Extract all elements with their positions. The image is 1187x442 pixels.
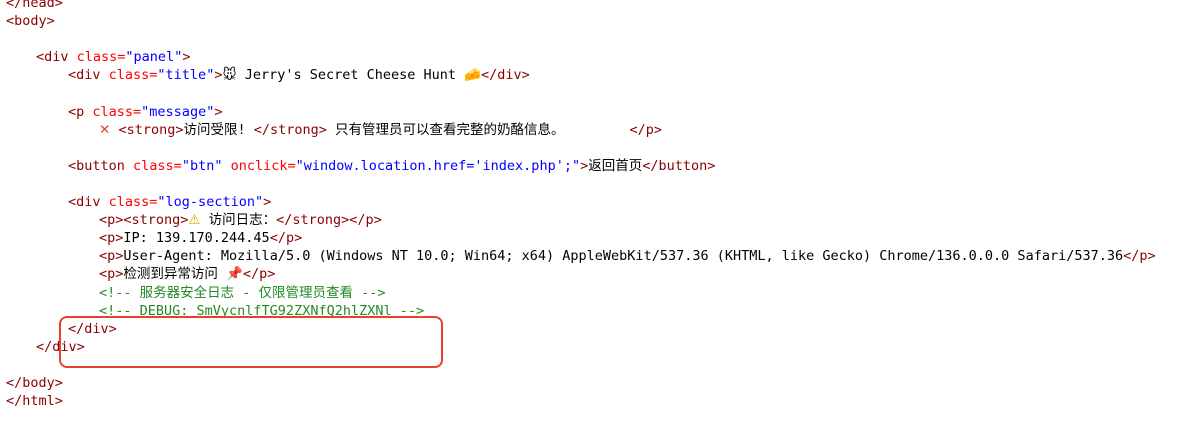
source-line: <p><strong>⚠ 访问日志：</strong></p> [0, 211, 1187, 229]
html-source-viewer: </head> <body> <div class="panel"> <div … [0, 0, 1187, 410]
user-agent-text: User-Agent: Mozilla/5.0 (Windows NT 10.0… [123, 248, 1124, 265]
p-close-tag: </p> [1123, 248, 1156, 265]
attr-name: class= [108, 194, 158, 211]
cross-mark-icon: ✕ [99, 121, 111, 138]
strong-close-tag: </strong> [253, 121, 327, 138]
title-text: Jerry's Secret Cheese Hunt [236, 67, 465, 84]
source-line: </body> [0, 374, 1187, 392]
source-line: <!-- DEBUG: SmVycnlfTG92ZXNfQ2hlZXNl --> [0, 302, 1187, 320]
source-line: </html> [0, 392, 1187, 410]
p-close-tag: </p> [242, 266, 276, 283]
body-close-tag: </body> [6, 374, 63, 391]
p-close-tag: </p> [269, 230, 303, 247]
attr-name: class= [108, 67, 158, 84]
message-text: 只有管理员可以查看完整的奶酪信息。 [326, 121, 630, 138]
div-close-tag: </div> [480, 67, 530, 84]
source-line: <div class="panel"> [0, 48, 1187, 66]
source-line: <div class="title">🐭 Jerry's Secret Chee… [0, 66, 1187, 84]
source-line: <div class="log-section"> [0, 193, 1187, 211]
tag-end: > [182, 49, 191, 66]
source-line: </head> [0, 0, 1187, 12]
body-open-tag: <body> [6, 13, 55, 30]
ip-text: IP: 139.170.244.45 [123, 230, 270, 247]
source-line: <p>User-Agent: Mozilla/5.0 (Windows NT 1… [0, 247, 1187, 265]
html-close-tag: </html> [6, 393, 63, 410]
attr-name: class= [92, 103, 142, 120]
source-line: </div> [0, 338, 1187, 356]
server-log-comment: <!-- 服务器安全日志 - 仅限管理员查看 --> [99, 284, 386, 301]
attr-value: "window.location.href='index.php';" [295, 157, 581, 174]
attr-name: onclick= [222, 157, 296, 174]
div-tag: <div [68, 67, 109, 84]
anomaly-text: 检测到异常访问 [123, 266, 227, 283]
log-heading-text: 访问日志： [200, 212, 277, 229]
button-tag: <button [68, 157, 134, 174]
head-close-tag: </head> [6, 0, 63, 11]
p-strong-close-tag: </strong></p> [276, 212, 382, 229]
p-tag: <p> [99, 230, 124, 247]
pushpin-icon: 📌 [226, 266, 243, 283]
source-line: <p class="message"> [0, 103, 1187, 121]
attr-name: class= [76, 49, 126, 66]
attr-value: "log-section" [157, 194, 264, 211]
div-close-tag: </div> [68, 320, 117, 337]
tag-end: > [263, 194, 272, 211]
button-text: 返回首页 [588, 157, 643, 174]
p-tag: <p> [99, 248, 124, 265]
div-close-tag: </div> [36, 338, 85, 355]
p-strong-tag: <p><strong> [99, 212, 189, 229]
div-tag: <div [68, 194, 109, 211]
attr-value: "btn" [181, 157, 223, 174]
source-line: <button class="btn" onclick="window.loca… [0, 157, 1187, 175]
source-line: </div> [0, 320, 1187, 338]
mouse-icon: 🐭 [222, 67, 237, 84]
debug-comment: <!-- DEBUG: SmVycnlfTG92ZXNfQ2hlZXNl --> [99, 302, 425, 319]
source-line: <body> [0, 12, 1187, 30]
source-line: <p>IP: 139.170.244.45</p> [0, 229, 1187, 247]
tag-end: > [214, 103, 223, 120]
tag-end: > [580, 157, 589, 174]
source-line: ✕ <strong>访问受限! </strong> 只有管理员可以查看完整的奶酪… [0, 121, 1187, 139]
attr-name: class= [133, 157, 182, 174]
p-tag: <p [68, 103, 93, 120]
cheese-icon: 🧀 [464, 67, 481, 84]
strong-tag: <strong> [110, 121, 184, 138]
source-line: <p>检测到异常访问 📌</p> [0, 265, 1187, 283]
button-close-tag: </button> [642, 157, 716, 174]
attr-value: "title" [157, 67, 215, 84]
message-text: 访问受限! [183, 121, 254, 138]
div-tag: <div [36, 49, 77, 66]
source-line: <!-- 服务器安全日志 - 仅限管理员查看 --> [0, 284, 1187, 302]
p-tag: <p> [99, 266, 124, 283]
warning-icon: ⚠ [188, 212, 201, 229]
attr-value: "message" [141, 103, 215, 120]
attr-value: "panel" [125, 49, 183, 66]
p-close-tag: </p> [629, 121, 663, 138]
